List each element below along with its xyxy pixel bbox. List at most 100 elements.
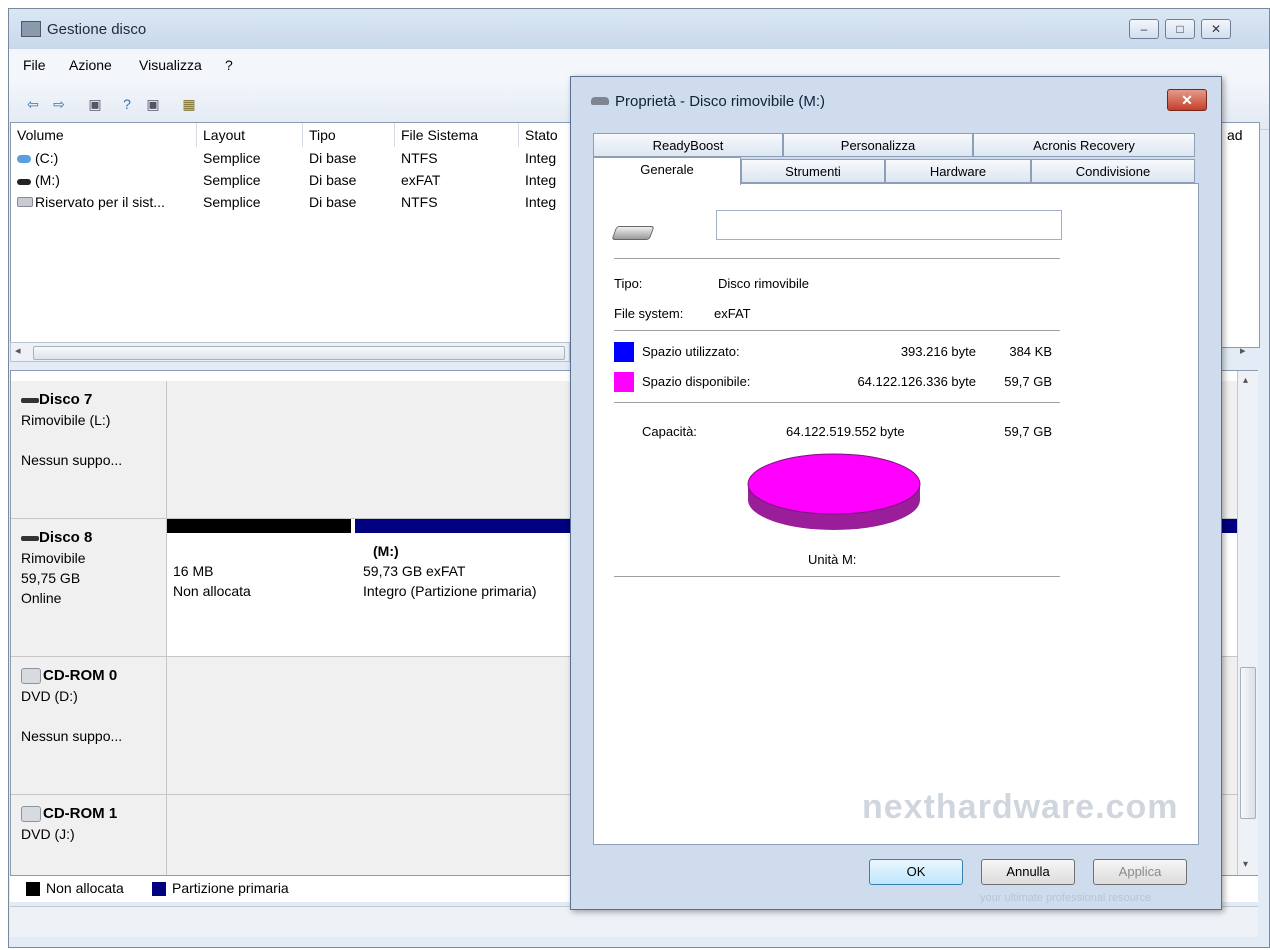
scroll-up-icon[interactable]: ▴ — [1243, 375, 1248, 386]
legend-label: Partizione primaria — [172, 880, 289, 896]
column-header-tipo[interactable]: Tipo — [303, 123, 395, 147]
file-system-label: File system: — [614, 306, 684, 321]
action-pane-icon[interactable]: ▣ — [143, 95, 163, 113]
table-row[interactable]: Riservato per il sist... — [17, 191, 165, 213]
horizontal-scrollbar[interactable]: ◂ — [10, 342, 570, 362]
drive-label: Unità M: — [808, 552, 857, 567]
column-header-volume[interactable]: Volume — [11, 123, 197, 147]
used-space-swatch — [614, 342, 634, 362]
volume-type: Di base — [309, 194, 357, 210]
capacity-label: Capacità: — [642, 424, 697, 439]
dialog-title: Proprietà - Disco rimovibile (M:) — [615, 93, 826, 110]
table-row[interactable]: (M:) — [17, 169, 60, 191]
disk-label-cdrom-1[interactable]: CD-ROM 1 DVD (J:) — [11, 795, 167, 875]
scroll-down-icon[interactable]: ▾ — [1243, 859, 1248, 870]
disk-management-icon — [21, 21, 41, 37]
back-icon[interactable]: ⇦ — [23, 95, 43, 113]
type-value: Disco rimovibile — [718, 276, 810, 291]
disk-info: Nessun suppo... — [21, 728, 123, 744]
dialog-close-button[interactable]: ✕ — [1167, 89, 1207, 111]
removable-drive-icon — [21, 397, 39, 403]
volume-layout: Semplice — [203, 172, 261, 188]
volume-name-input[interactable] — [716, 210, 1062, 240]
volume-file-system: NTFS — [401, 194, 438, 210]
unallocated-swatch — [26, 882, 40, 896]
unallocated-bar — [167, 519, 351, 533]
general-tab-page: Tipo: Disco rimovibile File system: exFA… — [593, 183, 1199, 845]
properties-dialog: Proprietà - Disco rimovibile (M:) ✕ Read… — [570, 76, 1222, 910]
menu-visualizza[interactable]: Visualizza — [139, 57, 202, 73]
disk-name: Disco 7 — [39, 391, 93, 408]
space-pie-chart — [747, 453, 921, 530]
console-tree-icon[interactable]: ▣ — [85, 95, 105, 113]
minimize-button[interactable]: – — [1129, 19, 1159, 39]
partition-status: Non allocata — [173, 583, 251, 599]
scrollbar-thumb[interactable] — [33, 346, 565, 360]
title-bar[interactable]: Gestione disco – □ ✕ — [9, 9, 1269, 49]
cd-drive-icon — [21, 668, 41, 685]
partition-unallocated[interactable]: 16 MB Non allocata — [167, 519, 351, 657]
table-row[interactable]: (C:) — [17, 147, 58, 169]
volume-name: (C:) — [35, 150, 59, 166]
separator — [614, 330, 1060, 331]
properties-icon[interactable]: ▦ — [179, 95, 199, 113]
file-system-value: exFAT — [714, 306, 751, 321]
close-button[interactable]: ✕ — [1201, 19, 1231, 39]
disk-label-disco-7[interactable]: Disco 7 Rimovibile (L:) Nessun suppo... — [11, 381, 167, 519]
removable-drive-icon — [17, 179, 31, 185]
scroll-left-icon[interactable]: ◂ — [15, 344, 21, 357]
watermark: nexthardware.com — [862, 788, 1179, 826]
menu-file[interactable]: File — [23, 57, 46, 73]
volume-icon — [17, 197, 33, 207]
tab-strumenti[interactable]: Strumenti — [741, 159, 885, 183]
column-header-file-system[interactable]: File Sistema — [395, 123, 519, 147]
volume-icon — [17, 155, 31, 163]
help-icon[interactable]: ? — [117, 95, 137, 113]
free-space-label: Spazio disponibile: — [642, 374, 751, 389]
tab-hardware[interactable]: Hardware — [885, 159, 1031, 183]
volume-file-system: NTFS — [401, 150, 438, 166]
volume-type: Di base — [309, 150, 357, 166]
tab-personalizza[interactable]: Personalizza — [783, 133, 973, 157]
tab-readyboost[interactable]: ReadyBoost — [593, 133, 783, 157]
disk-label-disco-8[interactable]: Disco 8 Rimovibile 59,75 GB Online — [11, 519, 167, 657]
disk-name: CD-ROM 0 — [43, 667, 118, 684]
cancel-button[interactable]: Annulla — [981, 859, 1075, 885]
partition-status: Integro (Partizione primaria) — [363, 583, 537, 599]
menu-help[interactable]: ? — [225, 57, 233, 73]
cd-drive-icon — [21, 806, 41, 823]
used-space-label: Spazio utilizzato: — [642, 344, 740, 359]
partition-size: 59,73 GB exFAT — [363, 563, 466, 579]
removable-drive-icon — [591, 97, 609, 105]
column-header-partial[interactable]: ad — [1221, 123, 1261, 147]
disk-info: Online — [21, 590, 62, 606]
legend-label: Non allocata — [46, 880, 124, 896]
scrollbar-thumb[interactable] — [1240, 667, 1256, 819]
ok-button[interactable]: OK — [869, 859, 963, 885]
disk-name: Disco 8 — [39, 529, 93, 546]
disk-info — [21, 706, 166, 726]
removable-drive-icon — [611, 226, 655, 240]
volume-status: Integ — [525, 150, 557, 166]
separator — [614, 258, 1060, 259]
capacity-size: 59,7 GB — [1004, 424, 1052, 439]
disk-label-cdrom-0[interactable]: CD-ROM 0 DVD (D:) Nessun suppo... — [11, 657, 167, 795]
volume-status: Integ — [525, 194, 557, 210]
volume-status: Integ — [525, 172, 557, 188]
vertical-scrollbar[interactable]: ▴ ▾ — [1237, 371, 1258, 875]
separator — [614, 402, 1060, 403]
tab-generale[interactable]: Generale — [593, 157, 741, 185]
maximize-button[interactable]: □ — [1165, 19, 1195, 39]
disk-info: DVD (J:) — [21, 826, 75, 842]
tab-condivisione[interactable]: Condivisione — [1031, 159, 1195, 183]
volume-layout: Semplice — [203, 150, 261, 166]
tab-acronis-recovery[interactable]: Acronis Recovery — [973, 133, 1195, 157]
disk-name: CD-ROM 1 — [43, 805, 118, 822]
scroll-right-icon[interactable]: ▸ — [1240, 344, 1246, 357]
forward-icon[interactable]: ⇨ — [49, 95, 69, 113]
pie-top — [747, 453, 921, 515]
apply-button[interactable]: Applica — [1093, 859, 1187, 885]
column-header-layout[interactable]: Layout — [197, 123, 303, 147]
menu-azione[interactable]: Azione — [69, 57, 112, 73]
free-space-swatch — [614, 372, 634, 392]
